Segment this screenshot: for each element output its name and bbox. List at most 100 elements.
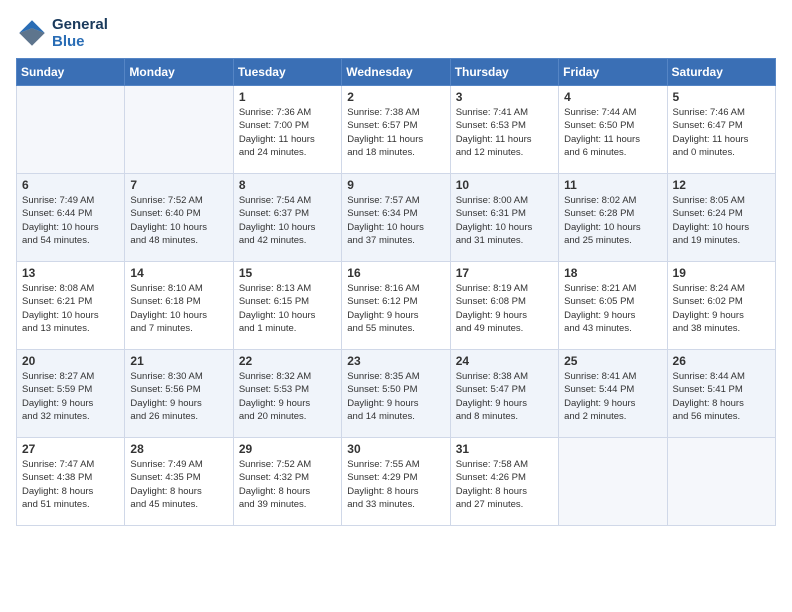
day-info: Sunrise: 8:16 AM Sunset: 6:12 PM Dayligh… xyxy=(347,282,444,335)
day-number: 6 xyxy=(22,178,119,192)
day-info: Sunrise: 8:00 AM Sunset: 6:31 PM Dayligh… xyxy=(456,194,553,247)
calendar-week-row: 13Sunrise: 8:08 AM Sunset: 6:21 PM Dayli… xyxy=(17,262,776,350)
day-info: Sunrise: 8:21 AM Sunset: 6:05 PM Dayligh… xyxy=(564,282,661,335)
calendar-cell xyxy=(667,438,775,526)
day-number: 23 xyxy=(347,354,444,368)
calendar-cell: 14 Sunrise: 8:10 AM Sunset: 6:18 PM Dayli… xyxy=(125,262,233,350)
calendar-cell: 20 Sunrise: 8:27 AM Sunset: 5:59 PM Dayli… xyxy=(17,350,125,438)
day-info: Sunrise: 8:19 AM Sunset: 6:08 PM Dayligh… xyxy=(456,282,553,335)
day-info: Sunrise: 7:47 AM Sunset: 4:38 PM Dayligh… xyxy=(22,458,119,511)
day-number: 2 xyxy=(347,90,444,104)
calendar-cell: 1 Sunrise: 7:36 AM Sunset: 7:00 PM Daylig… xyxy=(233,86,341,174)
day-info: Sunrise: 7:44 AM Sunset: 6:50 PM Dayligh… xyxy=(564,106,661,159)
calendar-cell: 5Sunrise: 7:46 AM Sunset: 6:47 PM Daylig… xyxy=(667,86,775,174)
day-number: 31 xyxy=(456,442,553,456)
day-info: Sunrise: 7:49 AM Sunset: 6:44 PM Dayligh… xyxy=(22,194,119,247)
calendar-cell: 18 Sunrise: 8:21 AM Sunset: 6:05 PM Dayli… xyxy=(559,262,667,350)
day-number: 15 xyxy=(239,266,336,280)
page-header: General Blue xyxy=(16,16,776,50)
logo-text: General Blue xyxy=(52,16,108,50)
calendar-cell: 22 Sunrise: 8:32 AM Sunset: 5:53 PM Dayli… xyxy=(233,350,341,438)
calendar-cell: 24 Sunrise: 8:38 AM Sunset: 5:47 PM Dayli… xyxy=(450,350,558,438)
calendar-week-row: 1 Sunrise: 7:36 AM Sunset: 7:00 PM Daylig… xyxy=(17,86,776,174)
day-number: 12 xyxy=(673,178,770,192)
day-number: 22 xyxy=(239,354,336,368)
calendar-cell: 15 Sunrise: 8:13 AM Sunset: 6:15 PM Dayli… xyxy=(233,262,341,350)
calendar-cell: 26 Sunrise: 8:44 AM Sunset: 5:41 PM Dayli… xyxy=(667,350,775,438)
calendar-cell: 30Sunrise: 7:55 AM Sunset: 4:29 PM Dayli… xyxy=(342,438,450,526)
day-info: Sunrise: 8:41 AM Sunset: 5:44 PM Dayligh… xyxy=(564,370,661,423)
day-info: Sunrise: 8:32 AM Sunset: 5:53 PM Dayligh… xyxy=(239,370,336,423)
day-info: Sunrise: 8:02 AM Sunset: 6:28 PM Dayligh… xyxy=(564,194,661,247)
calendar-cell: 29 Sunrise: 7:52 AM Sunset: 4:32 PM Dayli… xyxy=(233,438,341,526)
day-info: Sunrise: 8:24 AM Sunset: 6:02 PM Dayligh… xyxy=(673,282,770,335)
logo: General Blue xyxy=(16,16,108,50)
day-number: 11 xyxy=(564,178,661,192)
calendar-cell: 7Sunrise: 7:52 AM Sunset: 6:40 PM Daylig… xyxy=(125,174,233,262)
day-number: 3 xyxy=(456,90,553,104)
calendar-cell: 28Sunrise: 7:49 AM Sunset: 4:35 PM Dayli… xyxy=(125,438,233,526)
calendar-cell: 31 Sunrise: 7:58 AM Sunset: 4:26 PM Dayli… xyxy=(450,438,558,526)
day-info: Sunrise: 8:30 AM Sunset: 5:56 PM Dayligh… xyxy=(130,370,227,423)
day-number: 14 xyxy=(130,266,227,280)
day-number: 25 xyxy=(564,354,661,368)
day-info: Sunrise: 8:05 AM Sunset: 6:24 PM Dayligh… xyxy=(673,194,770,247)
calendar-cell: 23Sunrise: 8:35 AM Sunset: 5:50 PM Dayli… xyxy=(342,350,450,438)
day-info: Sunrise: 7:55 AM Sunset: 4:29 PM Dayligh… xyxy=(347,458,444,511)
day-number: 19 xyxy=(673,266,770,280)
day-number: 1 xyxy=(239,90,336,104)
day-number: 28 xyxy=(130,442,227,456)
day-number: 4 xyxy=(564,90,661,104)
day-number: 10 xyxy=(456,178,553,192)
day-info: Sunrise: 7:54 AM Sunset: 6:37 PM Dayligh… xyxy=(239,194,336,247)
day-number: 16 xyxy=(347,266,444,280)
day-info: Sunrise: 8:38 AM Sunset: 5:47 PM Dayligh… xyxy=(456,370,553,423)
weekday-header: Monday xyxy=(125,59,233,86)
calendar-cell: 3Sunrise: 7:41 AM Sunset: 6:53 PM Daylig… xyxy=(450,86,558,174)
day-number: 24 xyxy=(456,354,553,368)
day-number: 21 xyxy=(130,354,227,368)
day-number: 18 xyxy=(564,266,661,280)
weekday-header-row: SundayMondayTuesdayWednesdayThursdayFrid… xyxy=(17,59,776,86)
calendar-cell: 6 Sunrise: 7:49 AM Sunset: 6:44 PM Daylig… xyxy=(17,174,125,262)
weekday-header: Thursday xyxy=(450,59,558,86)
calendar-cell: 11 Sunrise: 8:02 AM Sunset: 6:28 PM Dayli… xyxy=(559,174,667,262)
day-info: Sunrise: 8:10 AM Sunset: 6:18 PM Dayligh… xyxy=(130,282,227,335)
weekday-header: Saturday xyxy=(667,59,775,86)
day-number: 7 xyxy=(130,178,227,192)
weekday-header: Sunday xyxy=(17,59,125,86)
day-info: Sunrise: 8:08 AM Sunset: 6:21 PM Dayligh… xyxy=(22,282,119,335)
day-info: Sunrise: 8:44 AM Sunset: 5:41 PM Dayligh… xyxy=(673,370,770,423)
weekday-header: Tuesday xyxy=(233,59,341,86)
day-info: Sunrise: 7:57 AM Sunset: 6:34 PM Dayligh… xyxy=(347,194,444,247)
day-number: 27 xyxy=(22,442,119,456)
calendar-cell xyxy=(125,86,233,174)
calendar-cell: 8Sunrise: 7:54 AM Sunset: 6:37 PM Daylig… xyxy=(233,174,341,262)
calendar-cell xyxy=(17,86,125,174)
day-number: 29 xyxy=(239,442,336,456)
calendar-cell: 10 Sunrise: 8:00 AM Sunset: 6:31 PM Dayli… xyxy=(450,174,558,262)
calendar-cell: 25 Sunrise: 8:41 AM Sunset: 5:44 PM Dayli… xyxy=(559,350,667,438)
day-number: 17 xyxy=(456,266,553,280)
day-info: Sunrise: 8:27 AM Sunset: 5:59 PM Dayligh… xyxy=(22,370,119,423)
calendar-week-row: 20 Sunrise: 8:27 AM Sunset: 5:59 PM Dayli… xyxy=(17,350,776,438)
calendar-cell: 4 Sunrise: 7:44 AM Sunset: 6:50 PM Daylig… xyxy=(559,86,667,174)
day-number: 20 xyxy=(22,354,119,368)
calendar-cell: 21 Sunrise: 8:30 AM Sunset: 5:56 PM Dayli… xyxy=(125,350,233,438)
calendar-cell xyxy=(559,438,667,526)
day-info: Sunrise: 7:58 AM Sunset: 4:26 PM Dayligh… xyxy=(456,458,553,511)
calendar-cell: 19 Sunrise: 8:24 AM Sunset: 6:02 PM Dayli… xyxy=(667,262,775,350)
calendar-cell: 27 Sunrise: 7:47 AM Sunset: 4:38 PM Dayli… xyxy=(17,438,125,526)
calendar-table: SundayMondayTuesdayWednesdayThursdayFrid… xyxy=(16,58,776,526)
day-number: 5 xyxy=(673,90,770,104)
calendar-cell: 16 Sunrise: 8:16 AM Sunset: 6:12 PM Dayli… xyxy=(342,262,450,350)
calendar-cell: 12 Sunrise: 8:05 AM Sunset: 6:24 PM Dayli… xyxy=(667,174,775,262)
day-number: 9 xyxy=(347,178,444,192)
calendar-cell: 2Sunrise: 7:38 AM Sunset: 6:57 PM Daylig… xyxy=(342,86,450,174)
day-info: Sunrise: 8:13 AM Sunset: 6:15 PM Dayligh… xyxy=(239,282,336,335)
day-info: Sunrise: 7:36 AM Sunset: 7:00 PM Dayligh… xyxy=(239,106,336,159)
day-number: 26 xyxy=(673,354,770,368)
calendar-cell: 9 Sunrise: 7:57 AM Sunset: 6:34 PM Daylig… xyxy=(342,174,450,262)
day-info: Sunrise: 7:52 AM Sunset: 4:32 PM Dayligh… xyxy=(239,458,336,511)
logo-icon xyxy=(16,17,48,49)
